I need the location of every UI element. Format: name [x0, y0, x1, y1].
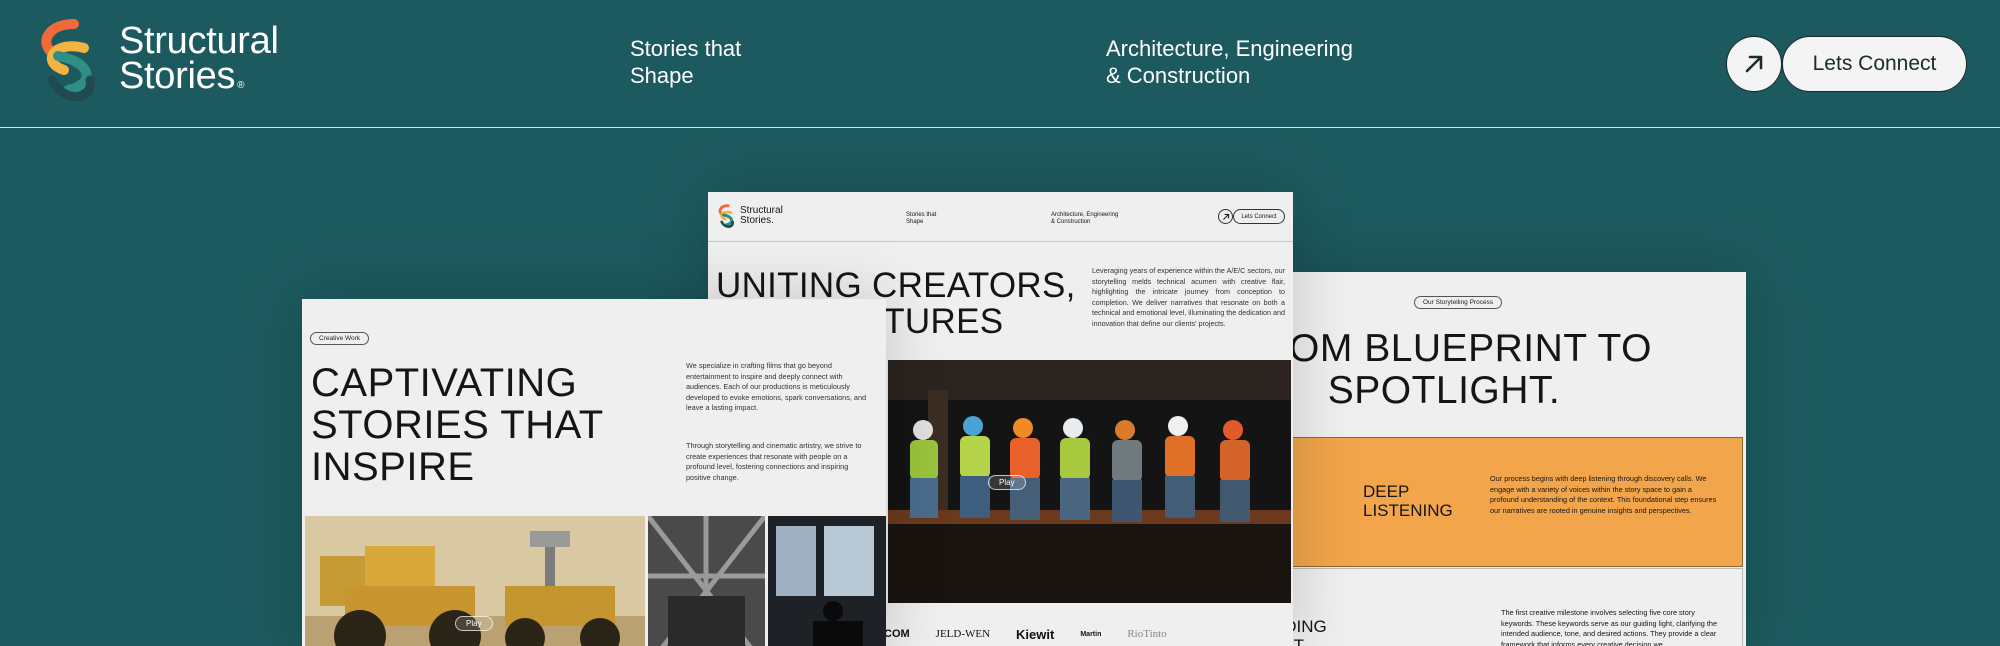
captivating-headline-line-1: CAPTIVATING [311, 361, 578, 405]
mini-nav-stories: Stories that Shape [906, 212, 956, 226]
process-headline-line-1: FROM BLUEPRINT TO [1260, 327, 1652, 370]
process-headline: FROM BLUEPRINT TO SPOTLIGHT. [1260, 328, 1654, 412]
client-logo-jeld-wen: JELD-WEN [935, 628, 991, 640]
construction-workers-photo[interactable]: Play [888, 360, 1291, 603]
creative-paragraph-1: We specialize in crafting films that go … [686, 361, 867, 412]
heavy-equipment-photo[interactable]: Play [305, 516, 645, 646]
storytelling-process-card: Our Storytelling Process FROM BLUEPRINT … [1260, 272, 1746, 646]
arrow-button[interactable] [1726, 36, 1782, 92]
step-deep-listening[interactable]: 01 DEEP LISTENING Our process begins wit… [1260, 437, 1743, 567]
brand-line-1: Structural [119, 20, 279, 62]
worker-silhouette-photo[interactable] [768, 516, 886, 646]
uniting-paragraph: Leveraging years of experience within th… [1092, 266, 1285, 328]
nav-stories-that-shape[interactable]: Stories that Shape [630, 35, 800, 89]
structure-illustration [648, 516, 765, 646]
client-logo-kiewit: Kiewit [1016, 626, 1055, 642]
step-1-title-line-2: LISTENING [1363, 501, 1453, 520]
step-2-description: The first creative milestone involves se… [1501, 608, 1718, 646]
nav-aec-line-2: & Construction [1106, 63, 1251, 88]
client-logos: COM JELD-WEN Kiewit Martin RioTinto [884, 624, 1284, 644]
client-logo-rio-tinto: RioTinto [1127, 628, 1167, 640]
steel-structure-photo[interactable] [648, 516, 765, 646]
arrow-up-right-icon [1745, 55, 1763, 73]
site-header: Structural Stories ® Stories that Shape A… [0, 0, 2000, 128]
captivating-headline-line-2: STORIES THAT [311, 403, 604, 447]
lets-connect-button[interactable]: Lets Connect [1782, 36, 1967, 92]
creative-work-pill: Creative Work [310, 332, 370, 345]
captivating-headline-line-3: INSPIRE [311, 445, 475, 489]
mini-nav-aec: Architecture, Engineering & Construction [1051, 212, 1141, 226]
mini-logo-icon [718, 204, 734, 228]
creative-play-button[interactable]: Play [455, 616, 493, 631]
mini-header: Structural Stories. Stories that Shape A… [708, 192, 1293, 242]
client-logo-com: COM [884, 628, 910, 640]
nav-stories-line-2: Shape [630, 63, 694, 88]
process-headline-line-2: SPOTLIGHT. [1327, 369, 1561, 412]
nav-aec-line-1: Architecture, Engineering [1106, 36, 1354, 61]
mini-nav-stories-line-2: Shape [906, 219, 924, 225]
workers-illustration [888, 360, 1291, 603]
mini-arrow-button [1218, 209, 1233, 224]
nav-stories-line-1: Stories that [630, 36, 742, 61]
registered-mark: ® [237, 80, 245, 91]
creative-paragraph-2: Through storytelling and cinematic artis… [686, 441, 862, 482]
mini-connect-button: Lets Connect [1233, 209, 1285, 224]
mini-nav-stories-line-1: Stories that [906, 212, 937, 218]
brand-line-2-text: Stories [119, 55, 236, 97]
mini-nav-aec-line-1: Architecture, Engineering [1051, 212, 1119, 218]
mini-nav-aec-line-2: & Construction [1051, 219, 1091, 225]
captivating-headline: CAPTIVATING STORIES THAT INSPIRE [311, 362, 641, 488]
video-play-button[interactable]: Play [988, 475, 1026, 490]
structural-stories-logo-icon[interactable] [34, 18, 100, 108]
step-1-title: DEEP LISTENING [1363, 482, 1483, 520]
step-1-title-line-1: DEEP [1363, 482, 1410, 501]
client-logo-martin: Martin [1080, 630, 1102, 638]
silhouette-illustration [768, 516, 886, 646]
nav-architecture-engineering-construction[interactable]: Architecture, Engineering & Construction [1106, 35, 1396, 89]
mini-arrow-up-right-icon [1222, 213, 1229, 220]
step-1-description: Our process begins with deep listening t… [1490, 474, 1717, 515]
storytelling-process-pill: Our Storytelling Process [1414, 296, 1503, 309]
creative-work-card: Creative Work CAPTIVATING STORIES THAT I… [302, 299, 886, 646]
mini-brand-line-2: Stories. [740, 215, 774, 226]
mini-brand-name: Structural Stories. [740, 206, 783, 226]
brand-name[interactable]: Structural Stories ® [119, 20, 279, 103]
brand-line-2: Stories ® [119, 57, 279, 103]
